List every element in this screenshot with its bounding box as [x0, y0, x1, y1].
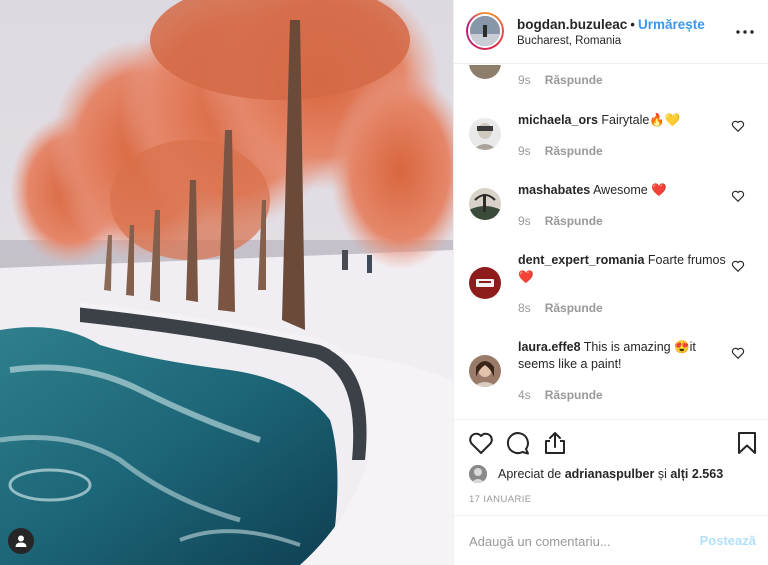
post-date[interactable]: 17 IANUARIE: [469, 494, 531, 505]
follow-button[interactable]: Urmărește: [638, 17, 705, 32]
comment-text: Fairytale🔥💛: [601, 113, 681, 127]
liker-avatar: [469, 465, 487, 483]
comment-meta: 9s Răspunde: [518, 144, 603, 158]
comment-avatar-image: [469, 118, 501, 150]
comment-username[interactable]: dent_expert_romania: [518, 253, 644, 267]
comment-username[interactable]: laura.effe8: [518, 340, 581, 354]
reply-button[interactable]: Răspunde: [545, 388, 603, 402]
comment-avatar[interactable]: [469, 267, 501, 299]
comment-like-heart-icon[interactable]: [731, 189, 745, 203]
post-location[interactable]: Bucharest, Romania: [517, 33, 705, 49]
reply-button[interactable]: Răspunde: [545, 73, 603, 87]
comment-avatar-image: [469, 65, 501, 79]
winter-lake-photo: [0, 0, 453, 565]
more-options-button[interactable]: [735, 22, 755, 42]
share-upload-icon[interactable]: [542, 430, 568, 456]
comment-meta: 8s Răspunde: [518, 301, 603, 315]
liker-avatar-image: [469, 465, 487, 483]
comment-meta: 4s Răspunde: [518, 388, 603, 402]
post-actions: Apreciat de adrianaspulber și alți 2.563…: [454, 419, 768, 515]
comment-time: 4s: [518, 388, 531, 402]
comment-like-heart-icon[interactable]: [731, 259, 745, 273]
comment-avatar-image: [469, 355, 501, 387]
comment-avatar[interactable]: [469, 355, 501, 387]
comment-bubble-icon[interactable]: [505, 430, 531, 456]
likes-others[interactable]: alți 2.563: [670, 467, 723, 481]
save-bookmark-icon[interactable]: [734, 430, 760, 456]
comment-text: Awesome ❤️: [593, 183, 667, 197]
reply-button[interactable]: Răspunde: [545, 144, 603, 158]
comment-time: 9s: [518, 214, 531, 228]
likes-prefix: Apreciat de: [498, 467, 562, 481]
author-avatar-image: [470, 16, 500, 46]
author-avatar[interactable]: [466, 12, 504, 50]
comment-avatar[interactable]: [469, 118, 501, 150]
author-username[interactable]: bogdan.buzuleac: [517, 17, 627, 32]
likes-summary[interactable]: Apreciat de adrianaspulber și alți 2.563: [469, 465, 723, 483]
comment-meta: 9s Răspunde: [518, 214, 603, 228]
comment-avatar-image: [469, 267, 501, 299]
liker-username[interactable]: adrianaspulber: [565, 467, 655, 481]
comment-avatar[interactable]: [469, 65, 501, 79]
comment-avatar-image: [469, 188, 501, 220]
separator-dot: •: [630, 17, 635, 32]
likes-connector: și: [657, 467, 667, 481]
post-photo[interactable]: [0, 0, 453, 565]
comment-username[interactable]: michaela_ors: [518, 113, 598, 127]
comments-list[interactable]: 9s Răspunde michaela_ors Fairytale🔥💛 9s Ră…: [454, 65, 768, 419]
tagged-user-button[interactable]: [8, 528, 34, 554]
comment-avatar[interactable]: [469, 188, 501, 220]
reply-button[interactable]: Răspunde: [545, 301, 603, 315]
user-icon: [15, 535, 27, 547]
comment-meta: 9s Răspunde: [518, 73, 603, 87]
comment-time: 9s: [518, 73, 531, 87]
more-options-icon: [736, 30, 754, 34]
post-comment-button[interactable]: Postează: [700, 533, 756, 548]
comment-time: 8s: [518, 301, 531, 315]
comment-input[interactable]: [469, 528, 684, 554]
post-header: bogdan.buzuleac • Urmărește Bucharest, Rom…: [454, 0, 768, 64]
comment-like-heart-icon[interactable]: [731, 346, 745, 360]
reply-button[interactable]: Răspunde: [545, 214, 603, 228]
add-comment-bar: Postează: [454, 515, 768, 565]
comment-username[interactable]: mashabates: [518, 183, 590, 197]
like-heart-icon[interactable]: [468, 430, 494, 456]
comment-time: 9s: [518, 144, 531, 158]
post-details-panel: bogdan.buzuleac • Urmărește Bucharest, Rom…: [453, 0, 768, 565]
comment-like-heart-icon[interactable]: [731, 119, 745, 133]
